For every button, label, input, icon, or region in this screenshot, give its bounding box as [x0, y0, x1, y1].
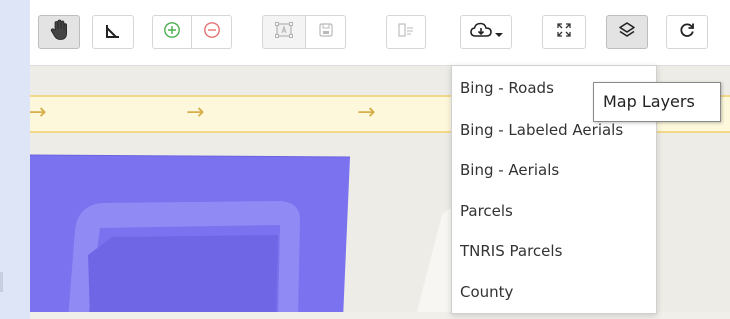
list-layers-button[interactable] — [386, 15, 426, 49]
direction-arrow: → — [186, 100, 205, 125]
plus-circle-icon — [163, 21, 181, 43]
caret-down-icon — [494, 23, 503, 42]
minus-circle-icon — [203, 21, 221, 43]
basemap-select-button[interactable] — [460, 15, 512, 49]
refresh-icon — [679, 22, 695, 42]
hand-icon — [49, 19, 69, 45]
refresh-button[interactable] — [666, 15, 708, 49]
list-icon — [397, 22, 415, 42]
menu-item-bing-aerials[interactable]: Bing - Aerials — [460, 159, 656, 181]
cloud-download-icon — [469, 22, 492, 42]
menu-item-tnris-parcels[interactable]: TNRIS Parcels — [460, 240, 656, 262]
save-map-button[interactable] — [306, 15, 346, 49]
select-area-icon — [274, 21, 294, 43]
left-edge-mark — [0, 272, 3, 292]
zoom-out-button[interactable] — [192, 15, 232, 49]
map-layers-button[interactable] — [606, 15, 648, 49]
fullscreen-button[interactable] — [542, 15, 586, 49]
direction-arrow: → — [30, 100, 47, 125]
map-toolbar — [30, 0, 730, 66]
pan-tool-button[interactable] — [38, 15, 80, 49]
layers-icon — [618, 21, 636, 43]
direction-arrow: → — [357, 100, 376, 125]
map-layers-tooltip: Map Layers — [593, 82, 721, 122]
zoom-in-button[interactable] — [152, 15, 192, 49]
ruler-angle-icon — [105, 23, 121, 42]
expand-icon — [556, 22, 572, 42]
menu-item-county[interactable]: County — [460, 281, 656, 303]
menu-item-parcels[interactable]: Parcels — [460, 200, 656, 222]
measure-tool-button[interactable] — [92, 15, 134, 49]
save-icon — [318, 22, 334, 42]
select-area-button[interactable] — [262, 15, 306, 49]
menu-item-bing-labeled-aerials[interactable]: Bing - Labeled Aerials — [460, 119, 656, 141]
